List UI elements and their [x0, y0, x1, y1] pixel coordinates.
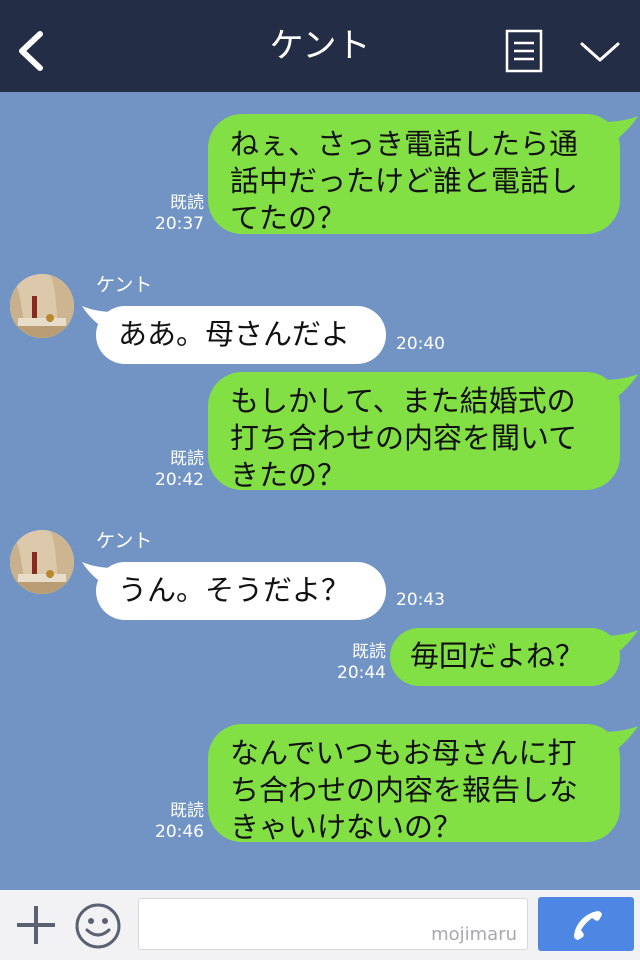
read-receipt: 既読: [352, 642, 386, 662]
message-meta: 既読 20:46: [140, 801, 204, 843]
message-line: もしかして、また結婚式の: [230, 384, 576, 418]
message-bubble: うん。そうだよ？: [96, 562, 386, 620]
sender-name: ケント: [96, 274, 153, 296]
message-meta: 既読 20:44: [322, 642, 386, 684]
avatar[interactable]: [10, 530, 74, 594]
plus-icon[interactable]: [14, 903, 58, 947]
message-meta: 既読 20:42: [140, 449, 204, 491]
chat-header: ケント: [0, 0, 640, 92]
message-line: きゃいけないの？: [230, 810, 463, 844]
message-line: 話中だったけど誰と電話し: [230, 164, 579, 198]
message-time: 20:42: [155, 470, 204, 490]
avatar[interactable]: [10, 274, 74, 338]
message-time: 20:44: [337, 663, 386, 683]
message-composer: mojimaru: [0, 890, 640, 960]
notes-icon[interactable]: [504, 28, 544, 74]
read-receipt: 既読: [170, 193, 204, 213]
message-line: うん。そうだよ？: [118, 573, 351, 607]
chevron-down-icon[interactable]: [576, 36, 624, 66]
message-line: ねぇ、さっき電話したら通: [230, 127, 579, 161]
message-time: 20:37: [155, 214, 204, 234]
message-line: きたの？: [230, 458, 347, 492]
message-bubble: ねぇ、さっき電話したら通 話中だったけど誰と電話し てたの？: [208, 114, 620, 235]
phone-icon: [574, 911, 602, 940]
avatar-image: [10, 530, 74, 594]
message-list: ねぇ、さっき電話したら通 話中だったけど誰と電話し てたの？ 既読 20:37 …: [0, 92, 640, 890]
read-receipt: 既読: [170, 801, 204, 821]
message-time: 20:40: [396, 334, 445, 354]
message-time: 20:43: [396, 590, 445, 610]
message-time: 20:46: [155, 822, 204, 842]
message-line: ああ。母さんだよ: [118, 317, 351, 351]
message-bubble: なんでいつもお母さんに打 ち合わせの内容を報告しな きゃいけないの？: [208, 724, 620, 844]
message-line: ち合わせの内容を報告しな: [230, 773, 579, 807]
message-bubble: もしかして、また結婚式の 打ち合わせの内容を聞いて きたの？: [208, 372, 620, 492]
avatar-image: [10, 274, 74, 338]
message-line: なんでいつもお母さんに打: [230, 736, 577, 770]
watermark: mojimaru: [431, 924, 517, 945]
message-meta: 既読 20:37: [140, 193, 204, 235]
smiley-icon[interactable]: [73, 901, 123, 951]
message-bubble: 毎回だよね？: [390, 628, 620, 686]
call-button[interactable]: [538, 897, 634, 951]
sender-name: ケント: [96, 530, 153, 552]
message-line: 打ち合わせの内容を聞いて: [230, 421, 578, 455]
message-input[interactable]: mojimaru: [138, 898, 528, 950]
read-receipt: 既読: [170, 449, 204, 469]
chat-title: ケント: [269, 26, 371, 66]
message-line: てたの？: [230, 201, 347, 235]
message-bubble: ああ。母さんだよ: [96, 306, 386, 364]
message-line: 毎回だよね？: [410, 639, 585, 673]
